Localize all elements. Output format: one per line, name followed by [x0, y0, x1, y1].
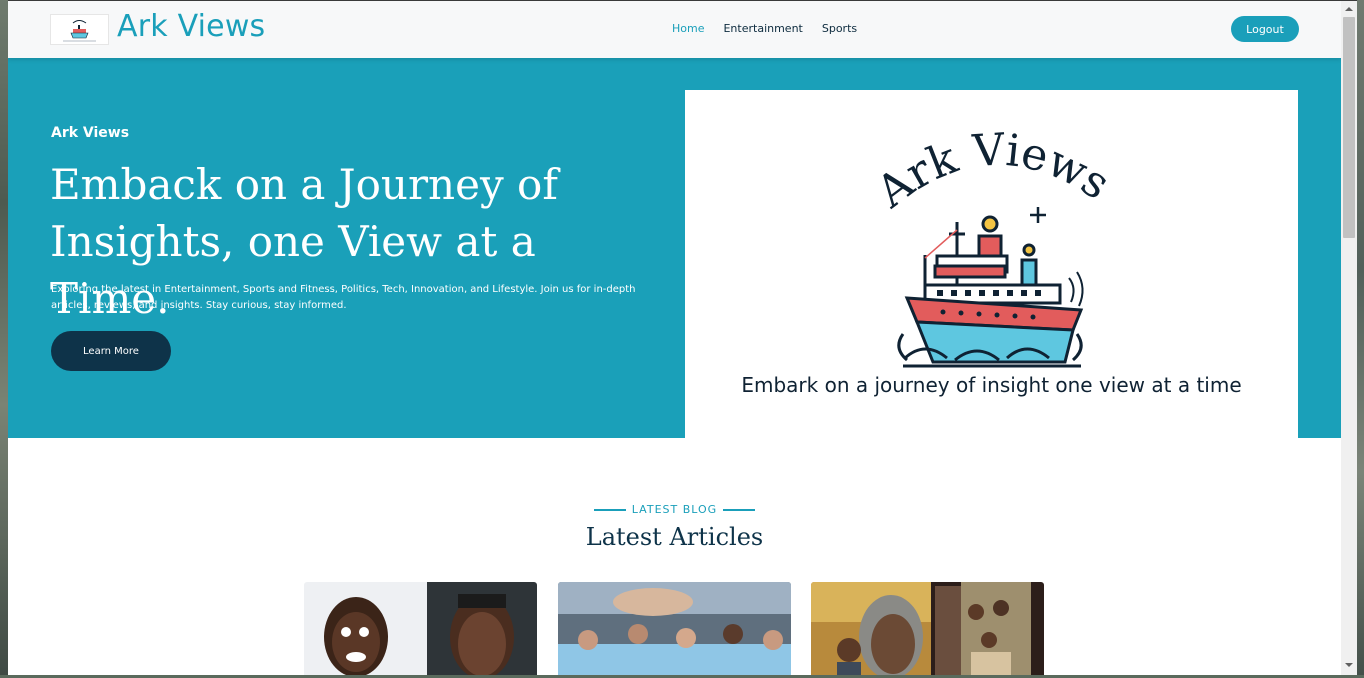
- article-image: [558, 582, 791, 675]
- logout-button[interactable]: Logout: [1231, 16, 1299, 42]
- article-card[interactable]: [811, 582, 1044, 675]
- logo-arc-text: Ark Views: [867, 124, 1119, 218]
- hero-subtitle: Exploring the latest in Entertainment, S…: [51, 284, 636, 311]
- site-brand[interactable]: Ark Views: [117, 9, 265, 44]
- learn-more-button[interactable]: Learn More: [51, 331, 171, 371]
- article-image: [811, 582, 1044, 675]
- article-card[interactable]: [304, 582, 537, 675]
- article-card[interactable]: [558, 582, 791, 675]
- hero-logo-image: Ark Views Embark on a journey of insight…: [685, 90, 1298, 438]
- nav-links: Home Entertainment Sports: [672, 22, 857, 35]
- eyebrow-line-right: [723, 509, 756, 511]
- browser-page: Ark Views Home Entertainment Sports Logo…: [8, 1, 1341, 675]
- scroll-down-arrow-icon[interactable]: [1341, 657, 1357, 673]
- hero-tagline: Embark on a journey of insight one view …: [741, 373, 1242, 397]
- desktop-background-left: [0, 0, 8, 675]
- nav-link-home[interactable]: Home: [672, 22, 704, 35]
- logo-arc-text-path: Ark Views: [867, 124, 1119, 218]
- hero-section: Ark Views Emback on a Journey of Insight…: [8, 58, 1341, 438]
- site-logo-thumbnail[interactable]: [50, 14, 109, 45]
- scroll-up-arrow-icon[interactable]: [1341, 1, 1357, 17]
- nav-link-entertainment[interactable]: Entertainment: [723, 22, 802, 35]
- section-title: Latest Articles: [585, 523, 764, 551]
- eyebrow-line-left: [593, 509, 626, 511]
- scrollbar-thumb[interactable]: [1343, 17, 1355, 238]
- article-image: [304, 582, 537, 675]
- eyebrow-label: LATEST BLOG: [631, 503, 718, 516]
- hero-brand: Ark Views: [51, 125, 130, 141]
- section-eyebrow: LATEST BLOG: [8, 503, 1341, 516]
- desktop-background-right: [1357, 0, 1364, 675]
- nav-link-sports[interactable]: Sports: [822, 22, 857, 35]
- vertical-scrollbar[interactable]: [1341, 1, 1357, 675]
- navbar: Ark Views Home Entertainment Sports Logo…: [8, 1, 1341, 58]
